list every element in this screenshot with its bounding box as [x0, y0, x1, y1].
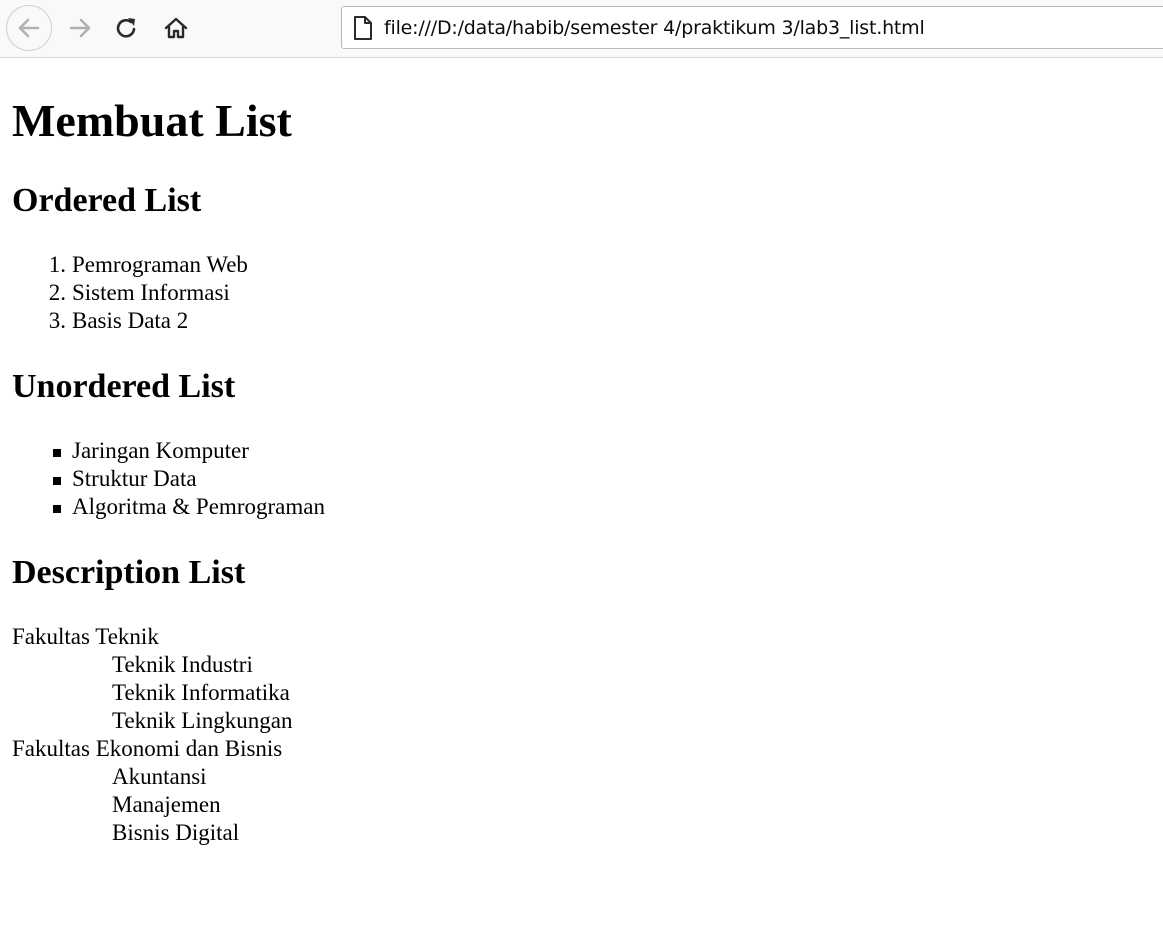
ordered-list-item: 2. Sistem Informasi: [0, 279, 248, 307]
reload-icon: [116, 18, 136, 38]
square-bullet-icon: [53, 477, 61, 485]
ordered-list-number: 1.: [48, 252, 66, 277]
ordered-list-item-label: Sistem Informasi: [72, 280, 230, 305]
ordered-list-item-label: Pemrograman Web: [72, 252, 248, 277]
page-content: Membuat List Ordered List 1. Pemrograman…: [0, 59, 1163, 943]
description-definition: Bisnis Digital: [112, 820, 240, 845]
description-definition: Teknik Informatika: [112, 680, 290, 705]
description-definition: Manajemen: [112, 792, 221, 817]
home-icon: [164, 17, 188, 39]
page-title: Membuat List: [12, 95, 292, 146]
unordered-list-item-label: Jaringan Komputer: [72, 438, 249, 463]
description-list-heading: Description List: [12, 554, 246, 591]
back-arrow-icon: [18, 18, 40, 38]
unordered-list-item: Struktur Data: [0, 465, 325, 493]
square-bullet-icon: [53, 505, 61, 513]
description-definition: Teknik Industri: [112, 652, 253, 677]
forward-arrow-icon: [69, 18, 91, 38]
unordered-list-heading: Unordered List: [12, 368, 236, 405]
unordered-list-item: Algoritma & Pemrograman: [0, 493, 325, 521]
description-term: Fakultas Teknik: [12, 624, 159, 649]
forward-button[interactable]: [57, 5, 103, 51]
ordered-list-item-label: Basis Data 2: [72, 308, 189, 333]
description-definition: Teknik Lingkungan: [112, 708, 293, 733]
unordered-list-item-label: Struktur Data: [72, 466, 197, 491]
browser-toolbar: file:///D:/data/habib/semester 4/praktik…: [0, 0, 1163, 58]
unordered-list-item-label: Algoritma & Pemrograman: [72, 494, 325, 519]
ordered-list-heading: Ordered List: [12, 182, 202, 219]
description-definition: Akuntansi: [112, 764, 207, 789]
ordered-list-item: 3. Basis Data 2: [0, 307, 248, 335]
back-button[interactable]: [6, 5, 52, 51]
url-text[interactable]: file:///D:/data/habib/semester 4/praktik…: [384, 17, 925, 39]
ordered-list-number: 2.: [48, 280, 66, 305]
url-bar[interactable]: file:///D:/data/habib/semester 4/praktik…: [341, 6, 1163, 49]
ordered-list-number: 3.: [48, 308, 66, 333]
unordered-list-item: Jaringan Komputer: [0, 437, 325, 465]
description-term: Fakultas Ekonomi dan Bisnis: [12, 736, 283, 761]
square-bullet-icon: [53, 449, 61, 457]
ordered-list-item: 1. Pemrograman Web: [0, 251, 248, 279]
unordered-list: Jaringan Komputer Struktur Data Algoritm…: [0, 437, 325, 521]
reload-button[interactable]: [104, 5, 150, 51]
home-button[interactable]: [153, 5, 199, 51]
description-list: Fakultas Teknik Teknik Industri Teknik I…: [0, 623, 292, 847]
page-file-icon: [350, 13, 376, 43]
ordered-list: 1. Pemrograman Web 2. Sistem Informasi 3…: [0, 251, 248, 335]
